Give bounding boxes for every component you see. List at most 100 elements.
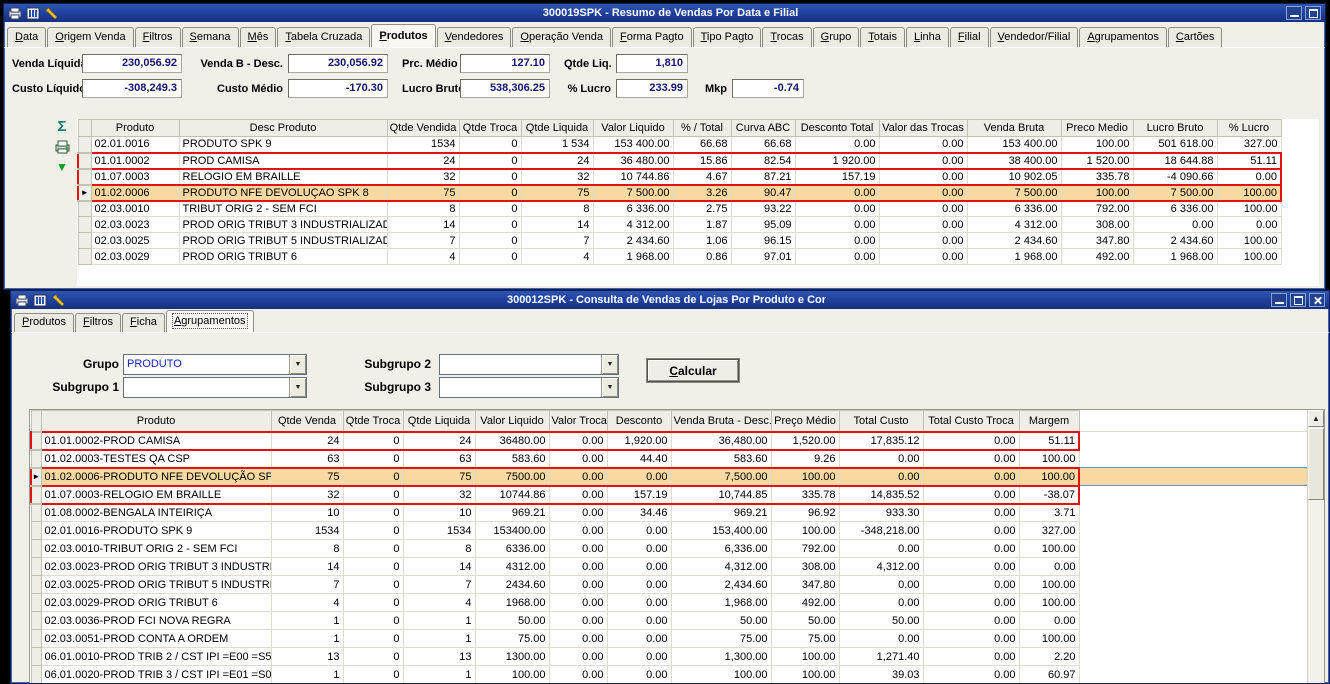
cell[interactable]: 347.80 <box>771 576 839 594</box>
cell[interactable]: 6 336.00 <box>1133 201 1217 217</box>
cell[interactable]: 18 644.88 <box>1133 153 1217 169</box>
cell[interactable]: 0 <box>343 630 403 648</box>
cell[interactable]: 02.03.0029-PROD ORIG TRIBUT 6 <box>41 594 271 612</box>
cell[interactable]: 36,480.00 <box>671 432 771 450</box>
cell[interactable]: 0 <box>343 504 403 522</box>
table-row[interactable]: 02.03.0051-PROD CONTA A ORDEM10175.000.0… <box>31 630 1310 648</box>
subgrupo1-combo[interactable]: ▼ <box>123 377 307 398</box>
cell[interactable]: 02.03.0029 <box>91 249 179 265</box>
column-header-produto[interactable]: Produto <box>91 120 179 137</box>
tab-totais[interactable]: Totais <box>860 27 905 47</box>
cell[interactable]: 0.00 <box>879 153 967 169</box>
tab-produtos[interactable]: Produtos <box>14 313 74 332</box>
chevron-down-icon[interactable]: ▼ <box>601 378 618 397</box>
tab-linha[interactable]: Linha <box>906 27 949 47</box>
table-row[interactable]: ►01.02.0006-PRODUTO NFE DEVOLUÇÃO SPK 87… <box>31 468 1310 486</box>
cell[interactable]: 02.03.0025 <box>91 233 179 249</box>
cell[interactable]: 0.00 <box>549 504 607 522</box>
cell[interactable]: 7 <box>387 233 459 249</box>
print-icon[interactable] <box>15 294 29 307</box>
cell[interactable]: 10744.86 <box>475 486 549 504</box>
cell[interactable]: 0.00 <box>839 450 923 468</box>
cell[interactable]: 01.07.0003 <box>91 169 179 185</box>
cell[interactable]: 96.92 <box>771 504 839 522</box>
table-row[interactable]: 01.07.0003-RELOGIO EM BRAILLE3203210744.… <box>31 486 1310 504</box>
cell[interactable]: 157.19 <box>795 169 879 185</box>
cell[interactable]: 100.00 <box>1061 185 1133 201</box>
cell[interactable]: 3.71 <box>1019 504 1079 522</box>
cell[interactable]: 0 <box>343 612 403 630</box>
cell[interactable]: 0.00 <box>923 432 1019 450</box>
table-row[interactable]: 02.03.0036-PROD FCI NOVA REGRA10150.000.… <box>31 612 1310 630</box>
cell[interactable]: 0.00 <box>879 185 967 201</box>
cell[interactable]: 14,835.52 <box>839 486 923 504</box>
cell[interactable]: PROD ORIG TRIBUT 5 INDUSTRIALIZADO S <box>179 233 387 249</box>
cell[interactable]: 32 <box>271 486 343 504</box>
cell[interactable]: 2 434.60 <box>967 233 1061 249</box>
row-selector[interactable] <box>31 594 41 612</box>
column-header-pre-o-m-dio[interactable]: Preço Médio <box>771 411 839 432</box>
cell[interactable]: 1 <box>271 612 343 630</box>
table-row[interactable]: 02.03.0029PROD ORIG TRIBUT 64041 968.000… <box>78 249 1281 265</box>
scroll-up-icon[interactable]: ▲ <box>1308 410 1324 427</box>
cell[interactable]: 100.00 <box>1019 576 1079 594</box>
cell[interactable]: 0.00 <box>549 486 607 504</box>
cell[interactable]: 02.03.0023 <box>91 217 179 233</box>
cell[interactable]: 1 968.00 <box>593 249 673 265</box>
cell[interactable]: 75 <box>521 185 593 201</box>
cell[interactable]: 100.00 <box>771 666 839 684</box>
cell[interactable]: TRIBUT ORIG 2 - SEM FCI <box>179 201 387 217</box>
cell[interactable]: 308.00 <box>771 558 839 576</box>
cell[interactable]: 8 <box>521 201 593 217</box>
cell[interactable]: 0.00 <box>879 201 967 217</box>
cell[interactable]: 0.00 <box>839 630 923 648</box>
cell[interactable]: 0.00 <box>923 666 1019 684</box>
cell[interactable]: 153400.00 <box>475 522 549 540</box>
cell[interactable]: 7 500.00 <box>967 185 1061 201</box>
tab-m-s[interactable]: Mês <box>240 27 277 47</box>
cell[interactable]: 792.00 <box>1061 201 1133 217</box>
cell[interactable]: 0 <box>459 185 521 201</box>
cell[interactable]: 06.01.0010-PROD TRIB 2 / CST IPI =E00 =S… <box>41 648 271 666</box>
tab-semana[interactable]: Semana <box>182 27 239 47</box>
cell[interactable]: 100.00 <box>771 522 839 540</box>
table-row[interactable]: 02.01.0016PRODUTO SPK 9153401 534153 400… <box>78 137 1281 153</box>
cell[interactable]: 7,500.00 <box>671 468 771 486</box>
cell[interactable]: PRODUTO SPK 9 <box>179 137 387 153</box>
cell[interactable]: 60.97 <box>1019 666 1079 684</box>
cell[interactable]: 0.00 <box>923 576 1019 594</box>
column-header-total-custo-troca[interactable]: Total Custo Troca <box>923 411 1019 432</box>
row-selector[interactable] <box>78 217 91 233</box>
cell[interactable]: 1 <box>271 666 343 684</box>
cell[interactable]: 6 336.00 <box>967 201 1061 217</box>
cell[interactable]: 66.68 <box>731 137 795 153</box>
table-row[interactable]: 02.03.0025PROD ORIG TRIBUT 5 INDUSTRIALI… <box>78 233 1281 249</box>
cell[interactable]: 8 <box>271 540 343 558</box>
cell[interactable]: 14 <box>271 558 343 576</box>
cell[interactable]: 335.78 <box>771 486 839 504</box>
cell[interactable]: 50.00 <box>771 612 839 630</box>
cell[interactable]: 1,271.40 <box>839 648 923 666</box>
tab-tipo-pagto[interactable]: Tipo Pagto <box>693 27 762 47</box>
cell[interactable]: 10,744.85 <box>671 486 771 504</box>
cell[interactable]: 100.00 <box>671 666 771 684</box>
cell[interactable]: 75.00 <box>771 630 839 648</box>
cell[interactable]: 969.21 <box>671 504 771 522</box>
cell[interactable]: 0 <box>459 153 521 169</box>
cell[interactable]: PROD ORIG TRIBUT 6 <box>179 249 387 265</box>
cell[interactable]: 100.00 <box>1019 450 1079 468</box>
row-selector[interactable] <box>78 137 91 153</box>
cell[interactable]: 933.30 <box>839 504 923 522</box>
row-selector[interactable] <box>78 249 91 265</box>
cell[interactable]: 50.00 <box>475 612 549 630</box>
cell[interactable]: 0 <box>459 217 521 233</box>
cell[interactable]: 90.47 <box>731 185 795 201</box>
table-row[interactable]: 02.03.0025-PROD ORIG TRIBUT 5 INDUSTRIAL… <box>31 576 1310 594</box>
tab-vendedores[interactable]: Vendedores <box>437 27 512 47</box>
sort-desc-icon[interactable]: ▼ <box>56 160 68 174</box>
cell[interactable]: 100.00 <box>1061 137 1133 153</box>
cell[interactable]: 0 <box>459 233 521 249</box>
table-row[interactable]: 01.07.0003RELOGIO EM BRAILLE3203210 744.… <box>78 169 1281 185</box>
table-row[interactable]: 06.01.0010-PROD TRIB 2 / CST IPI =E00 =S… <box>31 648 1310 666</box>
grupo-combo[interactable]: PRODUTO ▼ <box>123 354 307 375</box>
